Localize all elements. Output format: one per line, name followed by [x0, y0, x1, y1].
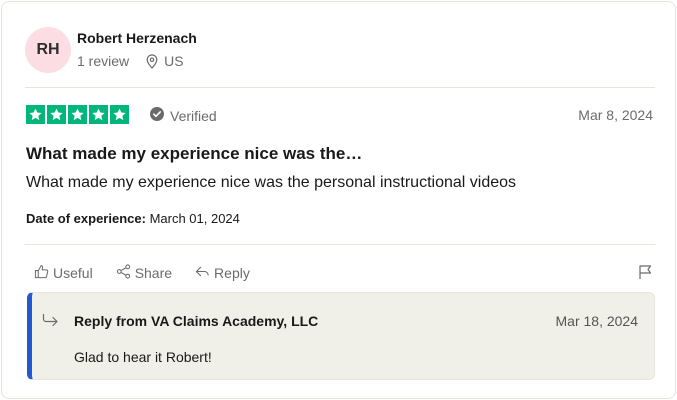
- share-button[interactable]: Share: [116, 264, 172, 282]
- verified-badge[interactable]: Verified: [150, 107, 217, 124]
- thumbs-up-icon: [34, 264, 49, 282]
- company-reply: Reply from VA Claims Academy, LLC Mar 18…: [27, 292, 655, 380]
- experience-label: Date of experience:: [26, 211, 146, 226]
- reply-text: Glad to hear it Robert!: [74, 349, 212, 365]
- reviewer-meta: 1 review US: [77, 53, 184, 69]
- flag-icon[interactable]: [638, 264, 653, 285]
- reply-arrow-icon: [195, 264, 210, 282]
- review-actions: Useful Share Reply: [34, 264, 273, 282]
- verified-check-icon: [150, 107, 164, 124]
- date-of-experience: Date of experience: March 01, 2024: [26, 211, 240, 226]
- avatar[interactable]: RH: [25, 27, 71, 73]
- experience-date: March 01, 2024: [149, 211, 240, 226]
- reviewer-name[interactable]: Robert Herzenach: [77, 30, 197, 46]
- useful-button[interactable]: Useful: [34, 264, 93, 282]
- share-icon: [116, 264, 131, 282]
- review-body: What made my experience nice was the per…: [26, 174, 517, 191]
- review-card: RH Robert Herzenach 1 review US Verified…: [1, 1, 676, 399]
- star-icon: [26, 105, 45, 124]
- reply-label: Reply: [214, 265, 250, 281]
- star-icon: [68, 105, 87, 124]
- reviewer-location: US: [164, 53, 184, 69]
- useful-label: Useful: [53, 265, 93, 281]
- share-label: Share: [134, 265, 173, 281]
- reply-button[interactable]: Reply: [195, 264, 250, 282]
- star-icon: [47, 105, 66, 124]
- reply-date: Mar 18, 2024: [555, 313, 639, 329]
- divider: [25, 244, 655, 245]
- review-date: Mar 8, 2024: [578, 107, 653, 123]
- review-count: 1 review: [77, 53, 130, 69]
- reply-from: Reply from VA Claims Academy, LLC: [74, 313, 319, 329]
- reply-indent-icon: [42, 313, 59, 332]
- verified-label: Verified: [170, 107, 217, 124]
- star-icon: [89, 105, 108, 124]
- star-icon: [110, 105, 129, 124]
- star-rating: [26, 105, 129, 124]
- review-title[interactable]: What made my experience nice was the…: [26, 144, 362, 164]
- location-pin-icon: [146, 53, 158, 69]
- divider: [25, 87, 655, 88]
